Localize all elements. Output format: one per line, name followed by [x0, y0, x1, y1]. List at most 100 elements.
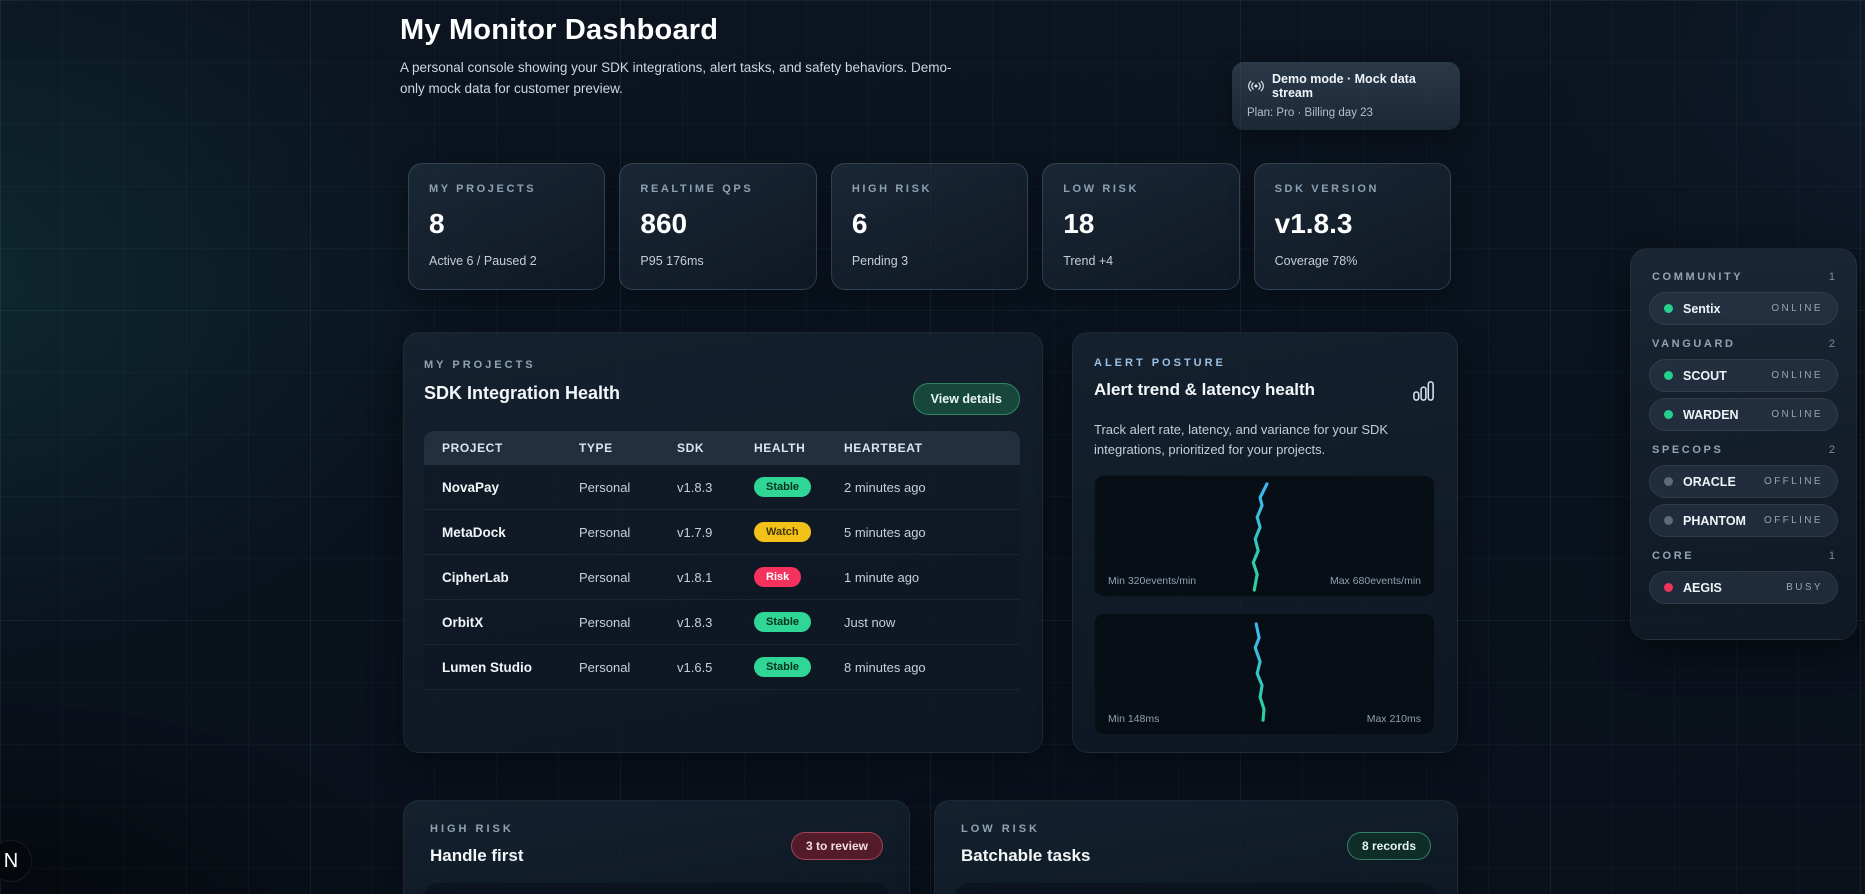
sparkline-path — [1251, 482, 1269, 592]
cell-sdk: v1.6.5 — [677, 659, 713, 675]
agent-status: BUSY — [1786, 582, 1823, 593]
status-dot-online — [1664, 304, 1673, 313]
review-count-badge: 3 to review — [790, 832, 883, 860]
chart-max-label: Max 680events/min — [1329, 575, 1421, 587]
chart-min-label: Min 148ms — [1108, 713, 1160, 725]
section-count: 2 — [1828, 444, 1835, 456]
alert-posture-panel: ALERT POSTURE Alert trend & latency heal… — [1072, 332, 1458, 753]
section-count: 2 — [1828, 338, 1835, 350]
alert-description: Track alert rate, latency, and variance … — [1094, 422, 1389, 457]
section-count: 1 — [1828, 550, 1835, 562]
bar-chart-icon — [1412, 380, 1435, 407]
status-dot-busy — [1664, 583, 1673, 592]
page-subtitle: A personal console showing your SDK inte… — [400, 60, 952, 96]
task-list-container — [955, 883, 1437, 894]
view-details-button[interactable]: View details — [912, 383, 1020, 415]
sidebar-item-phantom[interactable]: PHANTOM OFFLINE — [1649, 504, 1838, 537]
sidebar-item-aegis[interactable]: AEGIS BUSY — [1649, 571, 1838, 604]
stat-value: 8 — [429, 208, 445, 239]
agent-name: SCOUT — [1683, 368, 1727, 383]
demo-mode-line: Demo mode · Mock data stream — [1247, 72, 1445, 100]
stat-sub: P95 176ms — [640, 254, 704, 268]
n-logo[interactable]: N — [0, 840, 32, 882]
cell-sdk: v1.7.9 — [677, 524, 713, 540]
cell-type: Personal — [579, 479, 631, 495]
cell-type: Personal — [579, 614, 631, 630]
stat-label: REALTIME QPS — [640, 183, 754, 195]
cell-heartbeat: 2 minutes ago — [844, 479, 926, 495]
cell-type: Personal — [579, 569, 631, 585]
plan-text: Plan: Pro · Billing day 23 — [1247, 107, 1373, 119]
section-label: SPECOPS — [1652, 444, 1724, 456]
projects-table: PROJECT TYPE SDK HEALTH HEARTBEAT NovaPa… — [424, 431, 1020, 690]
sidebar-section-core: CORE 1 AEGIS BUSY — [1649, 550, 1838, 604]
table-row: OrbitX Personal v1.8.3 Stable Just now — [424, 600, 1020, 645]
sidebar-item-warden[interactable]: WARDEN ONLINE — [1649, 398, 1838, 431]
alert-eyebrow: ALERT POSTURE — [1094, 357, 1226, 369]
sidebar-item-oracle[interactable]: ORACLE OFFLINE — [1649, 465, 1838, 498]
col-header-health: HEALTH — [754, 441, 806, 455]
stat-card-high-risk: HIGH RISK 6 Pending 3 — [830, 163, 1029, 290]
cell-sdk: v1.8.3 — [677, 614, 713, 630]
stat-value: 860 — [640, 208, 688, 239]
demo-mode-text: Demo mode · Mock data stream — [1272, 72, 1416, 100]
broadcast-icon — [1247, 80, 1265, 92]
latency-chart: Min 148ms Max 210ms — [1094, 613, 1435, 735]
status-dot-offline — [1664, 516, 1673, 525]
stat-label: SDK VERSION — [1274, 183, 1380, 195]
chart-min-label: Min 320events/min — [1108, 575, 1197, 587]
status-dot-online — [1664, 371, 1673, 380]
stat-sub: Trend +4 — [1063, 254, 1114, 268]
demo-mode-badge: Demo mode · Mock data stream Plan: Pro ·… — [1232, 62, 1460, 130]
stats-row: MY PROJECTS 8 Active 6 / Paused 2 REALTI… — [408, 163, 1452, 290]
health-badge: Stable — [754, 612, 812, 632]
sidebar-section-community: COMMUNITY 1 Sentix ONLINE — [1649, 271, 1838, 325]
cell-heartbeat: 8 minutes ago — [844, 659, 926, 675]
low-risk-card: LOW RISK Batchable tasks 8 records — [934, 800, 1458, 894]
agent-status: ONLINE — [1771, 303, 1823, 314]
stat-card-my-projects: MY PROJECTS 8 Active 6 / Paused 2 — [408, 163, 606, 290]
records-count-badge: 8 records — [1346, 832, 1431, 860]
n-logo-letter: N — [3, 849, 19, 872]
sidebar-item-scout[interactable]: SCOUT ONLINE — [1649, 359, 1838, 392]
sparkline-path — [1253, 622, 1266, 722]
health-badge: Stable — [754, 477, 812, 497]
cell-heartbeat: Just now — [844, 614, 896, 630]
table-row: Lumen Studio Personal v1.6.5 Stable 8 mi… — [424, 645, 1020, 690]
cell-type: Personal — [579, 659, 631, 675]
cell-project: CipherLab — [442, 569, 509, 585]
table-header-row: PROJECT TYPE SDK HEALTH HEARTBEAT — [424, 431, 1020, 465]
agents-sidebar: COMMUNITY 1 Sentix ONLINE VANGUARD 2 SCO… — [1630, 248, 1857, 640]
cell-heartbeat: 1 minute ago — [844, 569, 920, 585]
sidebar-section-vanguard: VANGUARD 2 SCOUT ONLINE WARDEN ONLINE — [1649, 338, 1838, 431]
stat-card-low-risk: LOW RISK 18 Trend +4 — [1042, 163, 1240, 290]
stat-value: 18 — [1063, 208, 1095, 239]
status-dot-offline — [1664, 477, 1673, 486]
cell-sdk: v1.8.3 — [677, 479, 713, 495]
agent-status: ONLINE — [1771, 370, 1823, 381]
agent-name: WARDEN — [1683, 407, 1739, 422]
section-count: 1 — [1828, 271, 1835, 283]
stat-value: v1.8.3 — [1274, 208, 1353, 239]
health-badge: Watch — [754, 522, 811, 542]
stat-label: HIGH RISK — [851, 183, 933, 195]
health-badge: Stable — [754, 657, 812, 677]
cell-project: Lumen Studio — [442, 659, 532, 675]
col-header-sdk: SDK — [677, 441, 705, 455]
stat-card-realtime-qps: REALTIME QPS 860 P95 176ms — [619, 163, 817, 290]
sidebar-item-sentix[interactable]: Sentix ONLINE — [1649, 292, 1838, 325]
table-row: NovaPay Personal v1.8.3 Stable 2 minutes… — [424, 465, 1020, 510]
cell-type: Personal — [579, 524, 631, 540]
stat-value: 6 — [851, 208, 868, 239]
sidebar-section-specops: SPECOPS 2 ORACLE OFFLINE PHANTOM OFFLINE — [1649, 444, 1838, 537]
agent-status: OFFLINE — [1763, 515, 1823, 526]
stat-card-sdk-version: SDK VERSION v1.8.3 Coverage 78% — [1253, 163, 1452, 290]
col-header-project: PROJECT — [442, 441, 503, 455]
section-label: COMMUNITY — [1652, 271, 1744, 283]
col-header-heartbeat: HEARTBEAT — [844, 441, 923, 455]
cell-sdk: v1.8.1 — [677, 569, 713, 585]
cell-project: OrbitX — [442, 614, 484, 630]
status-dot-online — [1664, 410, 1673, 419]
page-header: My Monitor Dashboard A personal console … — [400, 14, 1120, 100]
agent-status: ONLINE — [1771, 409, 1823, 420]
